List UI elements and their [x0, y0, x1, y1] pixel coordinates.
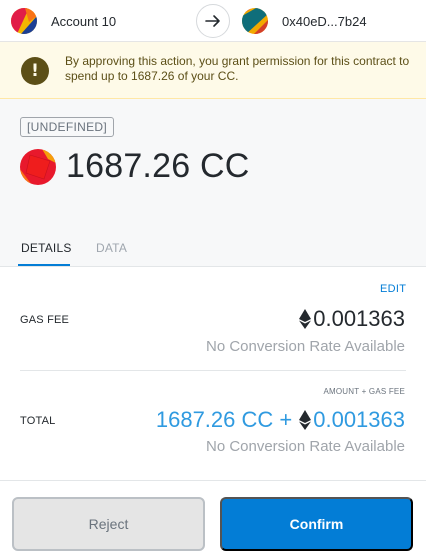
- gas-fee-value-line: 0.001363: [297, 306, 405, 332]
- to-contract[interactable]: 0x40eD...7b24: [242, 8, 367, 34]
- transaction-header: Account 10 0x40eD...7b24: [0, 0, 426, 42]
- token-icon: [20, 148, 56, 185]
- exclamation-icon: !: [21, 57, 49, 85]
- approval-warning-banner: ! By approving this action, you grant pe…: [0, 42, 426, 99]
- total-eth-value: 0.001363: [313, 407, 405, 432]
- total-amount-prefix: 1687.26 CC +: [155, 407, 293, 432]
- eth-icon: [299, 309, 312, 329]
- token-amount: 1687.26 CC: [66, 147, 250, 185]
- gas-fee-conversion: No Conversion Rate Available: [205, 338, 405, 355]
- account-avatar-icon: [11, 8, 37, 34]
- details-divider: [20, 370, 406, 371]
- reject-button[interactable]: Reject: [12, 497, 205, 551]
- method-badge: [UNDEFINED]: [20, 117, 114, 137]
- tab-data[interactable]: DATA: [96, 241, 127, 255]
- eth-icon: [299, 410, 312, 430]
- tab-details[interactable]: DETAILS: [21, 241, 72, 255]
- from-account[interactable]: Account 10: [11, 8, 116, 34]
- transaction-summary: [UNDEFINED] 1687.26 CC DETAILS DATA: [0, 99, 426, 267]
- from-account-name: Account 10: [51, 13, 117, 29]
- total-sublabel: AMOUNT + GAS FEE: [323, 387, 405, 396]
- contract-address: 0x40eD...7b24: [282, 13, 367, 29]
- total-label: TOTAL: [20, 415, 56, 427]
- active-tab-indicator: [18, 264, 70, 266]
- total-conversion: No Conversion Rate Available: [205, 438, 405, 455]
- gas-fee-value: 0.001363: [313, 306, 405, 331]
- edit-gas-link[interactable]: EDIT: [380, 283, 406, 295]
- arrow-right-icon: [196, 4, 230, 38]
- tab-bar: DETAILS DATA: [0, 241, 426, 267]
- warning-text: By approving this action, you grant perm…: [65, 54, 410, 83]
- action-footer: Reject Confirm: [0, 480, 426, 558]
- total-value-line: 1687.26 CC + 0.001363: [156, 407, 405, 433]
- confirm-button[interactable]: Confirm: [220, 497, 413, 551]
- amount-row: 1687.26 CC: [20, 147, 249, 186]
- gas-fee-label: GAS FEE: [20, 314, 70, 326]
- contract-avatar-icon: [242, 8, 268, 34]
